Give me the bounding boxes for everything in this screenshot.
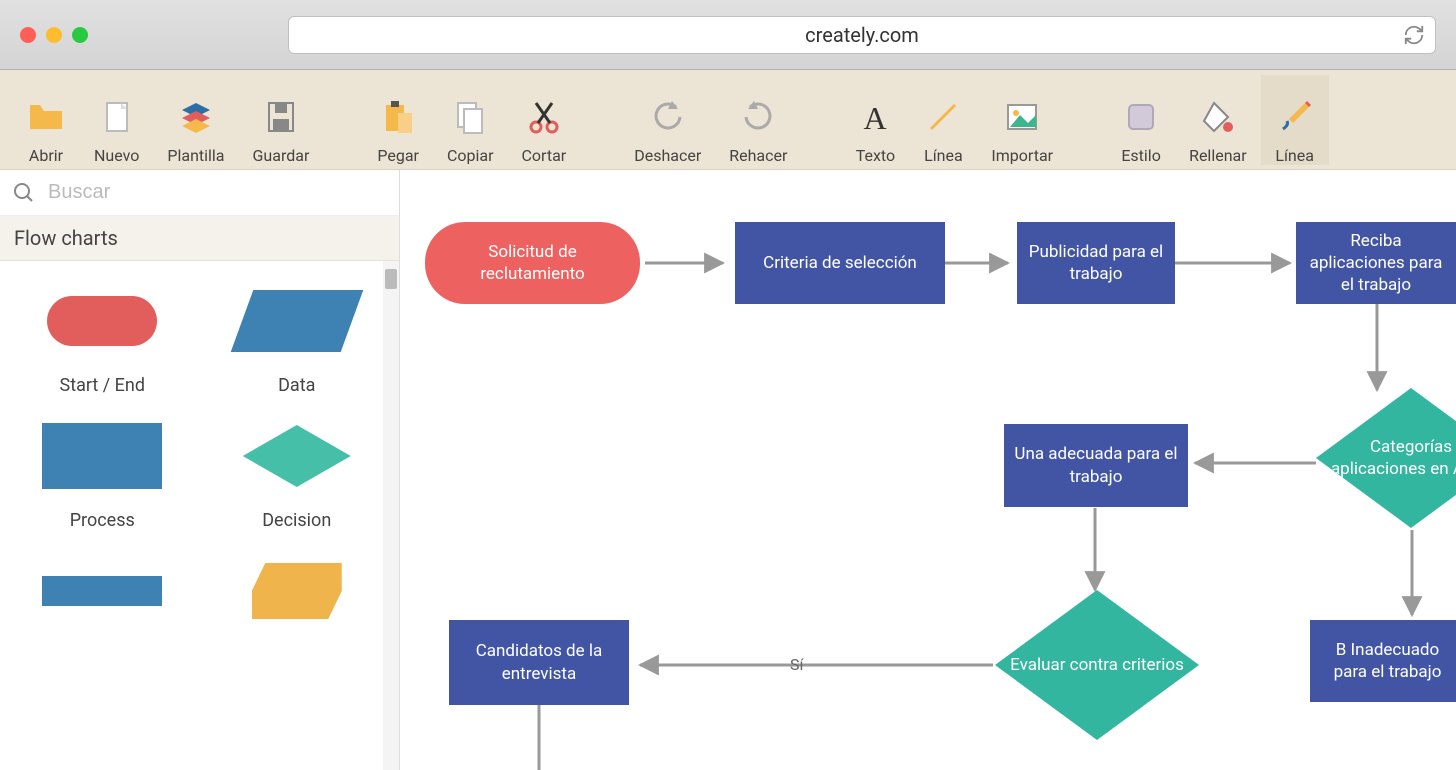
line-icon: [923, 92, 963, 142]
tool-label: Copiar: [447, 146, 494, 165]
tool-label: Pegar: [377, 146, 419, 165]
flow-node-n3[interactable]: Publicidad para el trabajo: [1017, 222, 1175, 304]
image-icon: [1002, 92, 1042, 142]
file-icon: [97, 92, 137, 142]
shape-label: Data: [278, 375, 315, 396]
palette-shape-5[interactable]: [205, 551, 390, 631]
pencil-icon: [1275, 92, 1315, 142]
text-icon: A: [855, 92, 895, 142]
tool-plantilla[interactable]: Plantilla: [153, 75, 238, 165]
tool-deshacer[interactable]: Deshacer: [620, 75, 715, 165]
tool-label: Guardar: [253, 146, 310, 165]
browser-chrome: creately.com: [0, 0, 1456, 70]
main-area: Flow charts Start / End Data Process Decisi…: [0, 170, 1456, 770]
redo-icon: [738, 92, 778, 142]
style-icon: [1121, 92, 1161, 142]
tool-rehacer[interactable]: Rehacer: [715, 75, 801, 165]
traffic-lights: [20, 27, 88, 43]
palette-shape-Process[interactable]: Process: [10, 416, 195, 531]
tool-label: Rehacer: [729, 146, 787, 165]
search-input[interactable]: [48, 181, 387, 204]
toolbar: Abrir Nuevo Plantilla Guardar Pegar Copiar Cor…: [0, 70, 1456, 170]
tool-abrir[interactable]: Abrir: [12, 75, 80, 165]
tool-cortar[interactable]: Cortar: [508, 75, 581, 165]
flow-node-n8[interactable]: Candidatos de la entrevista: [449, 620, 629, 705]
tool-linea[interactable]: Línea: [909, 75, 977, 165]
tool-label: Rellenar: [1189, 146, 1247, 165]
tool-label: Deshacer: [634, 146, 701, 165]
flow-node-n2[interactable]: Criteria de selección: [735, 222, 945, 304]
scroll-track[interactable]: [383, 261, 399, 770]
svg-text:A: A: [864, 100, 887, 136]
palette-shape-4[interactable]: [10, 551, 195, 631]
reload-icon[interactable]: [1403, 24, 1425, 46]
tool-label: Cortar: [522, 146, 567, 165]
close-window-icon[interactable]: [20, 27, 36, 43]
shape-label: Process: [70, 510, 135, 531]
undo-icon: [648, 92, 688, 142]
tool-label: Importar: [991, 146, 1053, 165]
tool-guardar[interactable]: Guardar: [239, 75, 324, 165]
tool-label: Nuevo: [94, 146, 139, 165]
flow-node-n4[interactable]: Reciba aplicaciones para el trabajo: [1296, 222, 1456, 304]
canvas[interactable]: Solicitud de reclutamiento Criteria de se…: [400, 170, 1456, 770]
tool-copiar[interactable]: Copiar: [433, 75, 508, 165]
shape-label: Start / End: [60, 375, 145, 396]
tool-label: Texto: [856, 146, 895, 165]
fill-icon: [1198, 92, 1238, 142]
palette-body: Start / End Data Process Decision: [0, 261, 399, 770]
cut-icon: [524, 92, 564, 142]
folder-icon: [26, 92, 66, 142]
tool-label: Plantilla: [167, 146, 224, 165]
tool-label: Abrir: [29, 146, 63, 165]
minimize-window-icon[interactable]: [46, 27, 62, 43]
palette-shape-Decision[interactable]: Decision: [205, 416, 390, 531]
maximize-window-icon[interactable]: [72, 27, 88, 43]
copy-icon: [450, 92, 490, 142]
flow-node-n7[interactable]: Evaluar contra criterios: [995, 590, 1199, 740]
palette-shape-Data[interactable]: Data: [205, 281, 390, 396]
stack-icon: [176, 92, 216, 142]
paste-icon: [378, 92, 418, 142]
tool-label: Línea: [1275, 146, 1314, 165]
edge-label: Sí: [790, 655, 803, 674]
tool-label: Línea: [924, 146, 963, 165]
flow-node-n9[interactable]: B Inadecuado para el trabajo: [1310, 620, 1456, 702]
shape-label: Decision: [262, 510, 331, 531]
address-bar[interactable]: creately.com: [288, 16, 1436, 54]
address-text: creately.com: [805, 23, 919, 47]
scroll-thumb[interactable]: [385, 269, 397, 289]
save-icon: [261, 92, 301, 142]
tool-linea2[interactable]: Línea: [1261, 75, 1329, 165]
flow-node-n5[interactable]: Categorías aplicaciones en A y B: [1316, 388, 1456, 528]
tool-rellenar[interactable]: Rellenar: [1175, 75, 1261, 165]
search-icon: [12, 181, 36, 205]
palette-header: Flow charts: [0, 216, 399, 261]
sidebar: Flow charts Start / End Data Process Decisi…: [0, 170, 400, 770]
tool-texto[interactable]: A Texto: [841, 75, 909, 165]
search-row: [0, 170, 399, 216]
flow-node-n1[interactable]: Solicitud de reclutamiento: [425, 222, 640, 304]
flow-node-n6[interactable]: Una adecuada para el trabajo: [1004, 424, 1188, 507]
tool-pegar[interactable]: Pegar: [363, 75, 433, 165]
tool-estilo[interactable]: Estilo: [1107, 75, 1175, 165]
tool-label: Estilo: [1121, 146, 1161, 165]
palette-shape-Start / End[interactable]: Start / End: [10, 281, 195, 396]
tool-importar[interactable]: Importar: [977, 75, 1067, 165]
tool-nuevo[interactable]: Nuevo: [80, 75, 153, 165]
